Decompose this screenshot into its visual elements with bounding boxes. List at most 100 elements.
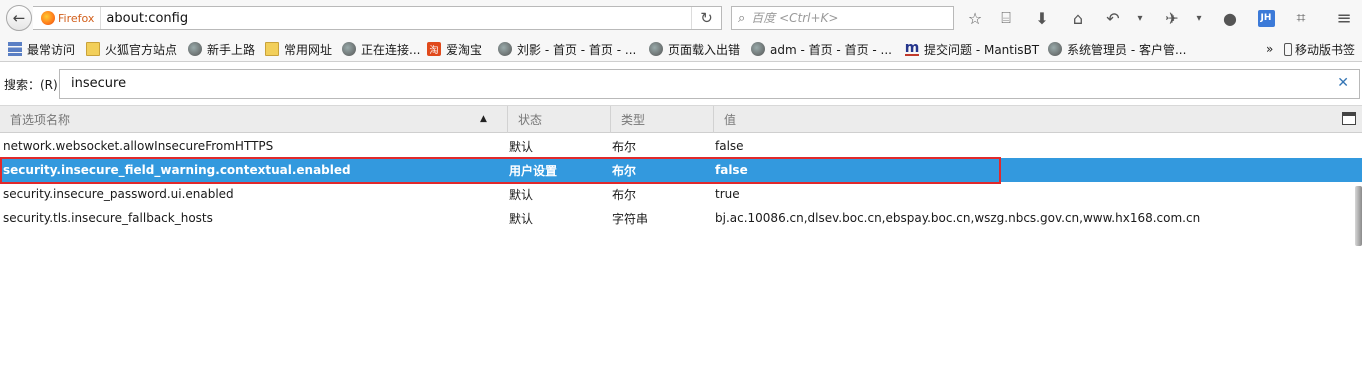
search-icon: ⌕ <box>738 10 746 26</box>
column-header-type[interactable]: 类型 <box>610 106 713 133</box>
identity-box[interactable]: Firefox <box>33 7 102 29</box>
web-search-bar[interactable]: ⌕ <box>731 6 954 30</box>
bookmark-star-icon[interactable]: ☆ <box>963 6 987 30</box>
bookmarks-toolbar: 最常访问 火狐官方站点 新手上路 常用网址 正在连接... 淘 爱淘宝 刘影 -… <box>0 36 1362 62</box>
bookmark-item[interactable]: 页面载入出错 <box>649 40 740 58</box>
bookmark-label: 页面载入出错 <box>668 42 741 57</box>
pref-type: 字符串 <box>612 211 649 226</box>
bookmark-item[interactable]: 正在连接... <box>342 40 420 58</box>
pref-name: security.tls.insecure_fallback_hosts <box>3 211 213 225</box>
bookmark-item[interactable]: 火狐官方站点 <box>86 40 177 58</box>
bookmark-label: adm - 首页 - 首页 - ... <box>770 42 892 57</box>
taobao-icon: 淘 <box>427 42 441 56</box>
prefs-table-header: 首选项名称 ▲ 状态 类型 值 <box>0 105 1362 133</box>
bookmark-item[interactable]: 系统管理员 - 客户管... <box>1048 40 1186 58</box>
pref-value: true <box>715 187 740 201</box>
table-row[interactable]: network.websocket.allowInsecureFromHTTPS… <box>0 134 1362 158</box>
pref-status: 默认 <box>509 211 534 226</box>
table-row-selected[interactable]: security.insecure_field_warning.contextu… <box>0 158 1362 182</box>
column-header-status[interactable]: 状态 <box>507 106 610 133</box>
pref-type: 布尔 <box>612 139 637 154</box>
bookmark-label: 火狐官方站点 <box>105 42 178 57</box>
config-filter-input[interactable] <box>71 76 1271 91</box>
pref-status: 默认 <box>509 139 534 154</box>
mobile-bookmarks-label: 移动版书签 <box>1295 42 1356 57</box>
extension-icon[interactable]: ✈ <box>1160 6 1184 30</box>
back-button[interactable]: ← <box>6 5 32 31</box>
bookmark-label: 爱淘宝 <box>446 42 483 57</box>
bookmark-item[interactable]: 新手上路 <box>188 40 255 58</box>
undo-icon[interactable]: ↶ <box>1101 6 1125 30</box>
url-bar[interactable]: Firefox about:config ↻ <box>33 6 722 30</box>
reload-icon: ↻ <box>700 9 713 27</box>
scrollbar-thumb[interactable] <box>1355 186 1362 246</box>
firefox-logo-icon <box>41 11 55 25</box>
table-row[interactable]: security.insecure_password.ui.enabled 默认… <box>0 182 1362 206</box>
web-search-input[interactable] <box>751 11 942 25</box>
menu-icon[interactable]: ≡ <box>1332 6 1356 30</box>
chevron-down-icon[interactable]: ▾ <box>1128 6 1152 30</box>
bookmark-item[interactable]: 常用网址 <box>265 40 332 58</box>
identity-label: Firefox <box>58 11 95 25</box>
pref-name: security.insecure_field_warning.contextu… <box>3 163 351 177</box>
pref-name: network.websocket.allowInsecureFromHTTPS <box>3 139 274 153</box>
column-header-name[interactable]: 首选项名称 ▲ <box>0 106 507 133</box>
table-row[interactable]: security.tls.insecure_fallback_hosts 默认 … <box>0 206 1362 230</box>
pref-type: 布尔 <box>612 163 637 178</box>
bookmark-label: 刘影 - 首页 - 首页 - ... <box>517 42 637 57</box>
pref-status: 默认 <box>509 187 534 202</box>
bookmark-item[interactable]: m 提交问题 - MantisBT <box>905 40 1039 58</box>
bookmark-label: 最常访问 <box>27 42 76 57</box>
phone-icon <box>1284 42 1292 56</box>
config-filter-box[interactable]: ✕ <box>59 69 1360 99</box>
pref-value: false <box>715 139 744 153</box>
column-header-label: 状态 <box>518 113 543 127</box>
config-search-label: 搜索：(R) <box>4 78 58 92</box>
folder-icon <box>86 42 100 56</box>
column-picker-icon[interactable] <box>1342 112 1356 125</box>
navigation-toolbar: ← Firefox about:config ↻ ⌕ ☆ ⌸ ⬇ ⌂ ↶ ▾ ✈… <box>0 0 1362 36</box>
bookmark-label: 提交问题 - MantisBT <box>924 42 1040 57</box>
sort-ascending-icon: ▲ <box>480 114 487 124</box>
mobile-bookmarks[interactable]: 移动版书签 <box>1284 40 1355 58</box>
column-header-value[interactable]: 值 <box>713 106 1333 133</box>
most-visited-icon <box>8 42 22 56</box>
bookmark-label: 正在连接... <box>361 42 421 57</box>
bookmarks-list-icon[interactable]: ⌸ <box>994 6 1018 30</box>
bookmark-item[interactable]: adm - 首页 - 首页 - ... <box>751 40 892 58</box>
back-arrow-icon: ← <box>12 9 26 27</box>
pref-value: bj.ac.10086.cn,dlsev.boc.cn,ebspay.boc.c… <box>715 211 1201 225</box>
bookmark-item[interactable]: 最常访问 <box>8 40 75 58</box>
bookmarks-overflow-button[interactable]: » <box>1266 40 1273 58</box>
chevron-down-icon[interactable]: ▾ <box>1187 6 1211 30</box>
home-icon[interactable]: ⌂ <box>1066 6 1090 30</box>
config-search-row: 搜索：(R) ✕ <box>0 63 1362 103</box>
bookmark-label: 常用网址 <box>284 42 333 57</box>
url-text[interactable]: about:config <box>101 11 691 26</box>
bookmark-label: 系统管理员 - 客户管... <box>1067 42 1187 57</box>
globe-icon <box>342 42 356 56</box>
globe-icon <box>649 42 663 56</box>
mantis-icon: m <box>904 40 920 56</box>
chat-icon[interactable]: ● <box>1218 6 1242 30</box>
globe-icon <box>498 42 512 56</box>
crop-icon[interactable]: ⌗ <box>1289 6 1313 30</box>
bookmark-item[interactable]: 刘影 - 首页 - 首页 - ... <box>498 40 636 58</box>
pref-value: false <box>715 163 748 177</box>
folder-icon <box>265 42 279 56</box>
account-button[interactable]: JH <box>1254 6 1278 30</box>
pref-status: 用户设置 <box>509 163 558 178</box>
globe-icon <box>188 42 202 56</box>
reload-button[interactable]: ↻ <box>691 7 721 29</box>
pref-type: 布尔 <box>612 187 637 202</box>
globe-icon <box>751 42 765 56</box>
account-badge-icon: JH <box>1257 9 1275 27</box>
globe-icon <box>1048 42 1062 56</box>
column-header-label: 类型 <box>621 113 646 127</box>
clear-icon[interactable]: ✕ <box>1337 75 1349 91</box>
column-header-label: 值 <box>724 113 737 127</box>
bookmark-label: 新手上路 <box>207 42 256 57</box>
downloads-icon[interactable]: ⬇ <box>1030 6 1054 30</box>
bookmark-item[interactable]: 淘 爱淘宝 <box>427 40 482 58</box>
column-header-label: 首选项名称 <box>10 113 71 127</box>
